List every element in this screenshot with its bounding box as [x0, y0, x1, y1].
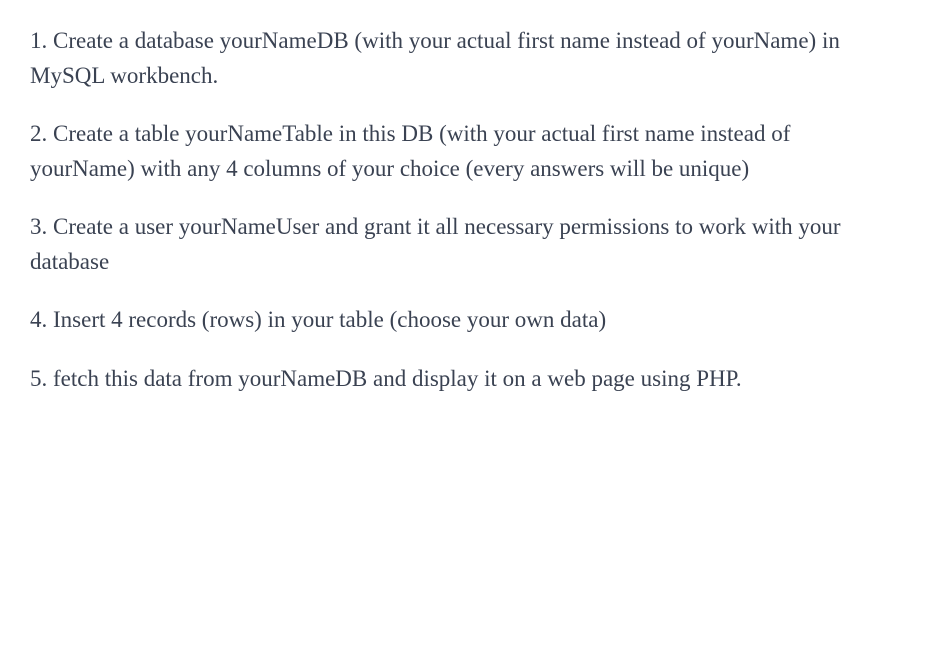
instruction-step-3: 3. Create a user yourNameUser and grant … — [30, 210, 896, 279]
instruction-step-5: 5. fetch this data from yourNameDB and d… — [30, 362, 896, 397]
instruction-step-2: 2. Create a table yourNameTable in this … — [30, 117, 896, 186]
instruction-step-4: 4. Insert 4 records (rows) in your table… — [30, 303, 896, 338]
instruction-step-1: 1. Create a database yourNameDB (with yo… — [30, 24, 896, 93]
